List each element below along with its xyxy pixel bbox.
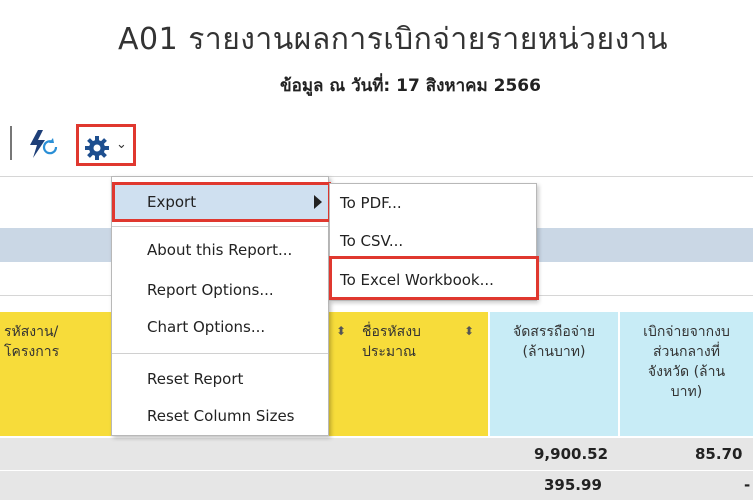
sort-icon[interactable]: ⬍ — [464, 324, 474, 338]
submenu-item-csv[interactable]: To CSV... — [340, 232, 403, 250]
lightning-refresh-icon[interactable] — [26, 128, 60, 160]
column-header-disbursed[interactable]: เบิกจ่ายจากงบ ส่วนกลางที่ จังหวัด (ล้าน … — [620, 312, 753, 436]
column-header-budget-name[interactable]: ⬍ ชื่อรหัสงบ ประมาณ ⬍ — [328, 312, 488, 436]
toolbar-separator — [10, 126, 12, 160]
menu-divider — [112, 226, 328, 227]
menu-item-about[interactable]: About this Report... — [112, 241, 328, 259]
gear-icon — [85, 136, 109, 160]
sort-icon[interactable]: ⬍ — [336, 324, 346, 338]
submenu-arrow-icon — [314, 195, 322, 209]
menu-item-chart-options[interactable]: Chart Options... — [112, 318, 328, 336]
table-row: 9,900.52 85.70 — [0, 438, 753, 470]
column-header-allocated[interactable]: จัดสรรถือจ่าย (ล้านบาท) — [490, 312, 618, 436]
column-header-project-code[interactable]: รหัสงาน/ โครงการ — [0, 312, 112, 436]
table-row: 395.99 - — [0, 470, 753, 500]
menu-item-export[interactable]: Export — [112, 182, 331, 222]
menu-divider — [112, 353, 328, 354]
excel-highlight-box — [329, 256, 539, 300]
menu-item-reset-column-sizes[interactable]: Reset Column Sizes — [112, 407, 328, 425]
settings-menu-button[interactable]: ⌄ — [76, 124, 136, 166]
menu-item-report-options[interactable]: Report Options... — [112, 281, 328, 299]
page-title: A01 รายงานผลการเบิกจ่ายรายหน่วยงาน — [118, 22, 669, 57]
data-date-subtitle: ข้อมูล ณ วันที่: 17 สิงหาคม 2566 — [280, 76, 541, 96]
menu-item-reset-report[interactable]: Reset Report — [112, 370, 328, 388]
chevron-down-icon: ⌄ — [116, 137, 127, 152]
submenu-item-pdf[interactable]: To PDF... — [340, 194, 402, 212]
